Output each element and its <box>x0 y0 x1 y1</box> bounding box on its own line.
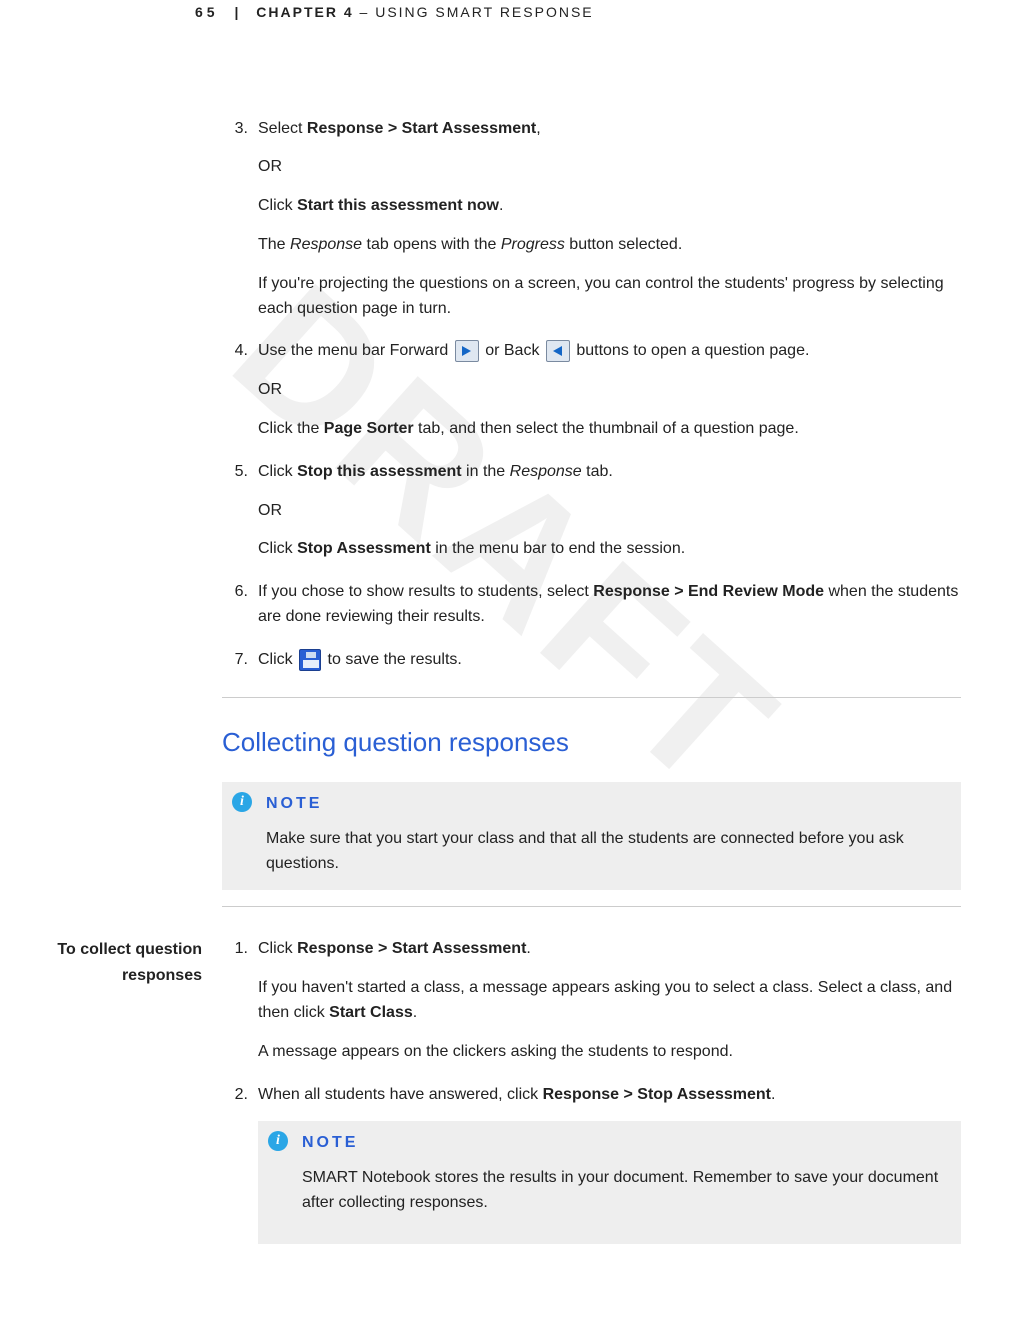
step-number: 7. <box>222 648 250 687</box>
note-label: NOTE <box>302 1131 947 1156</box>
note-text: Make sure that you start your class and … <box>266 827 947 877</box>
page-header: 65 | CHAPTER 4 – USING SMART RESPONSE <box>0 0 971 32</box>
procedure-label: To collect question responses <box>0 937 210 1263</box>
step-number: 1. <box>222 937 250 1078</box>
note-label: NOTE <box>266 792 947 817</box>
step-text: A message appears on the clickers asking… <box>258 1040 961 1065</box>
step-text: Click Stop Assessment in the menu bar to… <box>258 537 961 562</box>
save-icon <box>299 649 321 671</box>
step-number: 4. <box>222 339 250 455</box>
step-text: Click Start this assessment now. <box>258 194 961 219</box>
step-text: OR <box>258 499 961 524</box>
step-text: Select Response > Start Assessment, <box>258 117 961 142</box>
section-separator <box>222 906 961 907</box>
forward-arrow-icon <box>455 340 479 362</box>
back-arrow-icon <box>546 340 570 362</box>
step-text: Use the menu bar Forward or Back buttons… <box>258 339 961 364</box>
step-number: 3. <box>222 117 250 336</box>
step-text: Click Response > Start Assessment. <box>258 937 961 962</box>
step-text: If you're projecting the questions on a … <box>258 272 961 322</box>
step-text: OR <box>258 378 961 403</box>
step-number: 5. <box>222 460 250 576</box>
info-icon: i <box>268 1131 288 1151</box>
step-text: Click to save the results. <box>258 648 961 673</box>
note-text: SMART Notebook stores the results in you… <box>302 1166 947 1216</box>
page-number: 65 <box>195 4 219 20</box>
step-text: If you chose to show results to students… <box>258 580 961 630</box>
step-text: Click Stop this assessment in the Respon… <box>258 460 961 485</box>
step-text: The Response tab opens with the Progress… <box>258 233 961 258</box>
section-separator <box>222 697 961 698</box>
chapter-title: – USING SMART RESPONSE <box>360 4 594 20</box>
chapter-label: CHAPTER 4 <box>256 4 353 20</box>
step-number: 6. <box>222 580 250 644</box>
info-icon: i <box>232 792 252 812</box>
step-text: OR <box>258 155 961 180</box>
note-box: i NOTE SMART Notebook stores the results… <box>258 1121 961 1243</box>
step-number: 2. <box>222 1083 250 1260</box>
step-text: When all students have answered, click R… <box>258 1083 961 1108</box>
section-title: Collecting question responses <box>222 722 961 762</box>
step-text: Click the Page Sorter tab, and then sele… <box>258 417 961 442</box>
note-box: i NOTE Make sure that you start your cla… <box>222 782 961 890</box>
step-text: If you haven't started a class, a messag… <box>258 976 961 1026</box>
